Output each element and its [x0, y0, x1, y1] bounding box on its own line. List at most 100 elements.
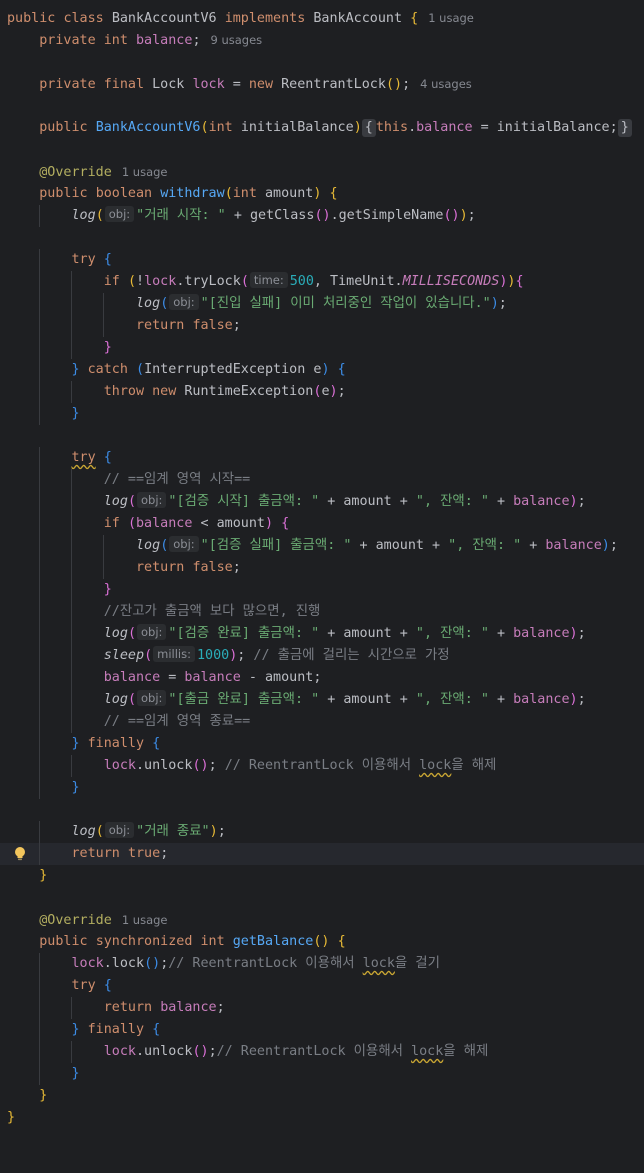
code-line[interactable]: if (!lock.tryLock(time: 500, TimeUnit.MIL…: [0, 271, 644, 293]
semicolon: ;: [609, 538, 618, 553]
spelling-warning[interactable]: lock: [419, 758, 451, 773]
fold-marker[interactable]: }: [617, 119, 632, 137]
code-line[interactable]: // ==임계 영역 시작==: [0, 469, 644, 491]
number-literal: 1000: [196, 648, 230, 663]
code-line[interactable]: try {: [0, 975, 644, 997]
code-line[interactable]: @Override 1 usage: [0, 909, 644, 931]
code-line[interactable]: return false;: [0, 315, 644, 337]
annotation: @Override: [39, 165, 112, 180]
code-line[interactable]: }: [0, 865, 644, 887]
method-call: .getSimpleName: [330, 208, 444, 223]
brace: {: [103, 252, 112, 267]
field-name: lock: [192, 77, 225, 92]
code-line[interactable]: public synchronized int getBalance() {: [0, 931, 644, 953]
code-line[interactable]: // ==임계 영역 종료==: [0, 711, 644, 733]
code-line[interactable]: }: [0, 1107, 644, 1129]
usage-hint[interactable]: 9 usages: [211, 33, 263, 47]
code-line[interactable]: public class BankAccountV6 implements Ba…: [0, 7, 644, 29]
code-line[interactable]: } catch (InterruptedException e) {: [0, 359, 644, 381]
string-literal: ", 잔액: ": [415, 626, 489, 641]
usage-hint[interactable]: 1 usage: [428, 11, 474, 25]
code-line[interactable]: }: [0, 1063, 644, 1085]
usage-hint[interactable]: 1 usage: [122, 913, 168, 927]
code-line[interactable]: balance = balance - amount;: [0, 667, 644, 689]
code-line[interactable]: if (balance < amount) {: [0, 513, 644, 535]
keyword: try: [71, 450, 96, 465]
paren: (: [127, 494, 136, 509]
brace: }: [39, 1088, 48, 1103]
code-line[interactable]: }: [0, 579, 644, 601]
param-name: amount: [265, 186, 314, 201]
code-line[interactable]: } finally {: [0, 1019, 644, 1041]
keyword: class: [63, 11, 104, 26]
code-line[interactable]: try {: [0, 447, 644, 469]
keyword: return: [71, 846, 120, 861]
operator: +: [496, 692, 506, 707]
code-line[interactable]: }: [0, 403, 644, 425]
code-line[interactable]: }: [0, 337, 644, 359]
code-line[interactable]: lock.unlock();// ReentrantLock 이용해서 lock…: [0, 1041, 644, 1063]
paren: ): [313, 186, 322, 201]
code-line[interactable]: private int balance; 9 usages: [0, 29, 644, 51]
string-literal: "[진입 실패] 이미 처리중인 작업이 있습니다.": [200, 296, 491, 311]
usage-hint[interactable]: 4 usages: [420, 77, 472, 91]
paren: (: [200, 120, 209, 135]
string-literal: "거래 시작: ": [136, 208, 226, 223]
operator: +: [327, 692, 336, 707]
semicolon: ;: [217, 824, 226, 839]
method-call: log: [136, 538, 161, 553]
code-line[interactable]: log(obj: "[검증 실패] 출금액: " + amount + ", 잔액…: [0, 535, 644, 557]
code-line[interactable]: return balance;: [0, 997, 644, 1019]
parens: (): [192, 758, 209, 773]
code-line[interactable]: @Override 1 usage: [0, 161, 644, 183]
code-line[interactable]: return false;: [0, 557, 644, 579]
code-line[interactable]: } finally {: [0, 733, 644, 755]
paren: ): [329, 384, 338, 399]
operator: +: [399, 626, 408, 641]
spelling-warning[interactable]: lock: [363, 956, 395, 971]
code-line[interactable]: lock.lock();// ReentrantLock 이용해서 lock을 …: [0, 953, 644, 975]
spelling-warning[interactable]: lock: [411, 1044, 443, 1059]
code-line[interactable]: }: [0, 777, 644, 799]
variable-name: amount: [343, 692, 392, 707]
code-line[interactable]: log(obj: "[진입 실패] 이미 처리중인 작업이 있습니다.");: [0, 293, 644, 315]
code-line[interactable]: log(obj: "[검증 완료] 출금액: " + amount + ", 잔액…: [0, 623, 644, 645]
semicolon: ;: [232, 318, 241, 333]
method-name: getBalance: [232, 934, 314, 949]
code-editor[interactable]: public class BankAccountV6 implements Ba…: [0, 0, 644, 1152]
code-line[interactable]: try {: [0, 249, 644, 271]
variable-name: amount: [216, 516, 265, 531]
paren: ): [569, 626, 578, 641]
code-line[interactable]: log(obj: "[검증 시작] 출금액: " + amount + ", 잔액…: [0, 491, 644, 513]
number-literal: 500: [289, 274, 314, 289]
paren: ): [459, 208, 468, 223]
code-line[interactable]: public BankAccountV6(int initialBalance)…: [0, 117, 644, 139]
code-line[interactable]: //잔고가 출금액 보다 많으면, 진행: [0, 601, 644, 623]
code-line[interactable]: log(obj: "거래 종료");: [0, 821, 644, 843]
keyword: synchronized: [95, 934, 193, 949]
paren: ): [209, 824, 218, 839]
code-line[interactable]: log(obj: "거래 시작: " + getClass().getSimple…: [0, 205, 644, 227]
code-line[interactable]: public boolean withdraw(int amount) {: [0, 183, 644, 205]
operator: +: [529, 538, 538, 553]
dot: .: [408, 120, 417, 135]
brace: {: [410, 11, 419, 26]
type-name: Lock: [152, 77, 185, 92]
keyword: if: [103, 274, 120, 289]
current-code-line[interactable]: return true;: [0, 843, 644, 865]
usage-hint[interactable]: 1 usage: [122, 165, 168, 179]
code-line[interactable]: log(obj: "[출금 완료] 출금액: " + amount + ", 잔액…: [0, 689, 644, 711]
brace: {: [329, 186, 338, 201]
operator: +: [399, 494, 408, 509]
variable-name: amount: [343, 494, 392, 509]
keyword: finally: [87, 1022, 145, 1037]
code-line[interactable]: private final Lock lock = new ReentrantL…: [0, 73, 644, 95]
brace: }: [71, 1066, 80, 1081]
fold-marker[interactable]: {: [361, 119, 376, 137]
code-line[interactable]: lock.unlock(); // ReentrantLock 이용해서 loc…: [0, 755, 644, 777]
comma: ,: [313, 274, 322, 289]
semicolon: ;: [160, 846, 169, 861]
code-line[interactable]: }: [0, 1085, 644, 1107]
code-line[interactable]: throw new RuntimeException(e);: [0, 381, 644, 403]
code-line[interactable]: sleep(millis: 1000); // 출금에 걸리는 시간으로 가정: [0, 645, 644, 667]
